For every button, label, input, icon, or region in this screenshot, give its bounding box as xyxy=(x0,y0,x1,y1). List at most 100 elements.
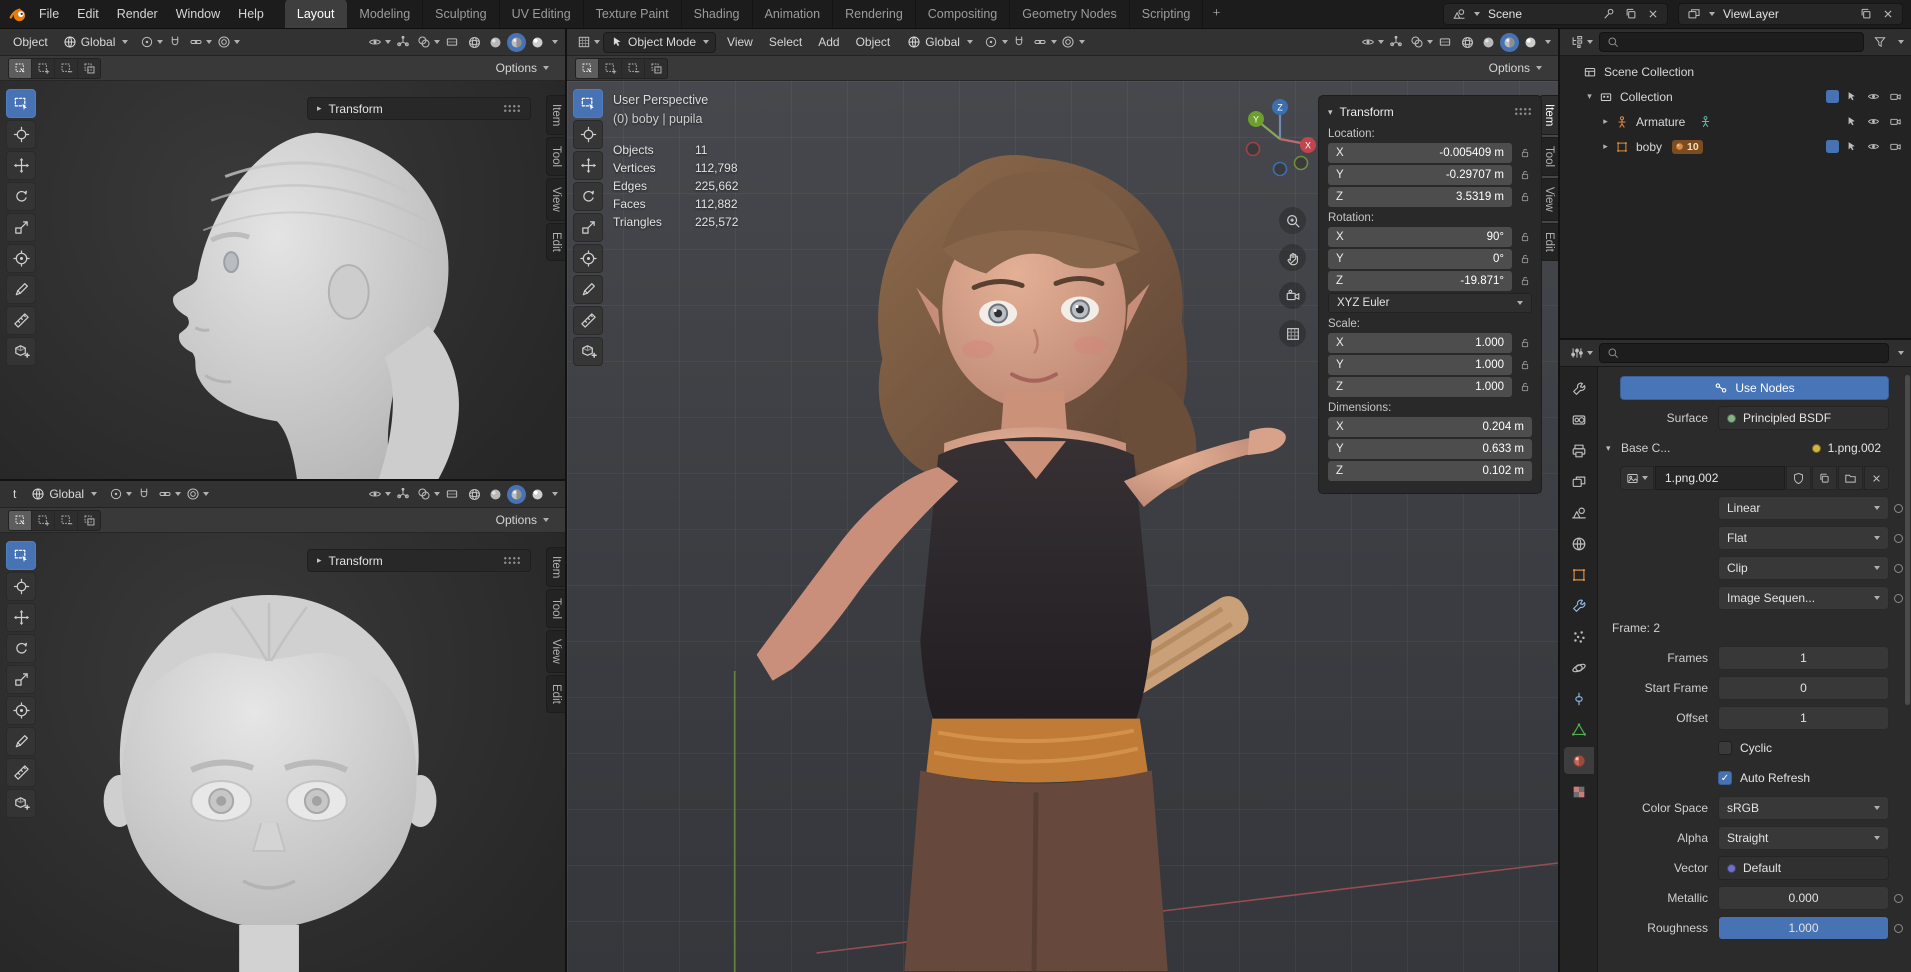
tool-scale[interactable] xyxy=(6,213,36,242)
scale-y-field[interactable]: Y1.000 xyxy=(1328,355,1512,375)
workspace-tab-shading[interactable]: Shading xyxy=(682,0,753,28)
editor-type-button[interactable] xyxy=(1567,344,1593,363)
shading-dropdown[interactable] xyxy=(552,492,558,496)
sidebar-tab-edit[interactable]: Edit xyxy=(546,675,565,713)
tool-annotate[interactable] xyxy=(6,275,36,304)
menu-window[interactable]: Window xyxy=(167,0,229,28)
decorator-dot[interactable] xyxy=(1894,594,1903,603)
overlays-dropdown[interactable] xyxy=(1407,33,1433,52)
sidebar-tab-item[interactable]: Item xyxy=(546,95,565,135)
source-dropdown[interactable]: Image Sequen... xyxy=(1718,586,1889,610)
viewport-3d-view[interactable]: ▸ Transform ItemToolViewEdit xyxy=(0,81,565,479)
base-color-value-button[interactable]: 1.png.002 xyxy=(1670,436,1889,460)
new-scene-button[interactable] xyxy=(1621,5,1640,24)
start-frame-field[interactable]: 0 xyxy=(1718,676,1889,700)
lock-icon[interactable] xyxy=(1517,169,1532,181)
workspace-tab-modeling[interactable]: Modeling xyxy=(347,0,423,28)
tool-move[interactable] xyxy=(573,151,603,180)
props-tab-world[interactable] xyxy=(1564,530,1594,557)
tool-annotate[interactable] xyxy=(6,727,36,756)
props-tab-render[interactable] xyxy=(1564,406,1594,433)
selectable-toggle[interactable] xyxy=(1842,112,1861,131)
decorator-dot[interactable] xyxy=(1894,564,1903,573)
tool-add-cube[interactable] xyxy=(6,789,36,818)
xray-toggle[interactable] xyxy=(442,485,461,504)
projection-dropdown[interactable]: Flat xyxy=(1718,526,1889,550)
viewport-3d-view[interactable]: ▸ Transform ItemToolViewEdit xyxy=(0,533,565,972)
shading-dropdown[interactable] xyxy=(552,40,558,44)
props-tab-material[interactable] xyxy=(1564,747,1594,774)
cyclic-checkbox[interactable] xyxy=(1718,741,1732,755)
toggle-ortho-button[interactable] xyxy=(1279,320,1306,347)
xray-toggle[interactable] xyxy=(442,33,461,52)
outliner-row-armature[interactable]: ▸ Armature xyxy=(1560,109,1911,134)
outliner-row-scene-collection[interactable]: Scene Collection xyxy=(1560,59,1911,84)
disable-in-renders-toggle[interactable] xyxy=(1886,87,1905,106)
hide-in-viewport-toggle[interactable] xyxy=(1864,112,1883,131)
select-mode-intersect[interactable] xyxy=(645,59,667,78)
proportional-editing-dropdown[interactable] xyxy=(1059,33,1085,52)
tool-rotate[interactable] xyxy=(6,634,36,663)
overlays-dropdown[interactable] xyxy=(414,485,440,504)
image-browse-dropdown[interactable] xyxy=(1620,466,1654,490)
expand-arrow-icon[interactable]: ▸ xyxy=(1598,141,1613,152)
snap-settings-dropdown[interactable] xyxy=(1031,33,1057,52)
props-tab-scene[interactable] xyxy=(1564,499,1594,526)
vector-button[interactable]: Default xyxy=(1718,856,1889,880)
menu-file[interactable]: File xyxy=(30,0,68,28)
xray-toggle[interactable] xyxy=(1435,33,1454,52)
snap-magnet-toggle[interactable] xyxy=(1010,33,1029,52)
shading-rendered-button[interactable] xyxy=(1521,33,1540,52)
props-tab-modifiers[interactable] xyxy=(1564,592,1594,619)
tool-select-box[interactable] xyxy=(6,541,36,570)
panel-grip[interactable] xyxy=(503,556,521,566)
tool-cursor[interactable] xyxy=(573,120,603,149)
transform-pivot-dropdown[interactable] xyxy=(106,485,132,504)
select-mode-set[interactable] xyxy=(576,59,598,78)
visibility-dropdown[interactable] xyxy=(365,33,391,52)
lock-icon[interactable] xyxy=(1517,337,1532,349)
exclude-checkbox[interactable] xyxy=(1826,90,1839,103)
shading-dropdown[interactable] xyxy=(1545,40,1551,44)
exclude-checkbox[interactable] xyxy=(1826,140,1839,153)
menu-object[interactable]: Object xyxy=(848,29,899,55)
decorator-dot[interactable] xyxy=(1894,534,1903,543)
dimensions-z-field[interactable]: Z0.102 m xyxy=(1328,461,1532,481)
select-mode-subtract[interactable] xyxy=(55,59,77,78)
overlays-dropdown[interactable] xyxy=(414,33,440,52)
tool-transform[interactable] xyxy=(6,696,36,725)
object-menu-truncated[interactable]: t xyxy=(7,487,22,501)
proportional-editing-dropdown[interactable] xyxy=(183,485,209,504)
workspace-tab-layout[interactable]: Layout xyxy=(285,0,348,28)
show-gizmo-toggle[interactable] xyxy=(393,33,412,52)
select-mode-intersect[interactable] xyxy=(78,59,100,78)
tool-select-box[interactable] xyxy=(573,89,603,118)
open-image-button[interactable] xyxy=(1838,466,1863,490)
location-x-field[interactable]: X-0.005409 m xyxy=(1328,143,1512,163)
lock-icon[interactable] xyxy=(1517,191,1532,203)
select-mode-set[interactable] xyxy=(9,511,31,530)
navigation-gizmo[interactable]: Z Y X xyxy=(1238,93,1322,177)
interpolation-dropdown[interactable]: Linear xyxy=(1718,496,1889,520)
workspace-tab-sculpting[interactable]: Sculpting xyxy=(423,0,499,28)
select-mode-extend[interactable] xyxy=(599,59,621,78)
camera-view-button[interactable] xyxy=(1279,282,1306,309)
rotation-x-field[interactable]: X90° xyxy=(1328,227,1512,247)
tool-add-cube[interactable] xyxy=(573,337,603,366)
offset-field[interactable]: 1 xyxy=(1718,706,1889,730)
proportional-editing-dropdown[interactable] xyxy=(214,33,240,52)
props-tab-constraints[interactable] xyxy=(1564,685,1594,712)
transform-panel-collapsed[interactable]: ▸ Transform xyxy=(307,549,531,572)
tool-transform[interactable] xyxy=(573,244,603,273)
selectable-toggle[interactable] xyxy=(1842,137,1861,156)
lock-icon[interactable] xyxy=(1517,381,1532,393)
rotation-z-field[interactable]: Z-19.871° xyxy=(1328,271,1512,291)
menu-render[interactable]: Render xyxy=(108,0,167,28)
props-tab-particles[interactable] xyxy=(1564,623,1594,650)
add-workspace-button[interactable]: + xyxy=(1203,0,1229,29)
shading-rendered-button[interactable] xyxy=(528,485,547,504)
workspace-tab-uv-editing[interactable]: UV Editing xyxy=(500,0,584,28)
tool-rotate[interactable] xyxy=(6,182,36,211)
collapse-panel-icon[interactable]: ▾ xyxy=(1328,107,1333,118)
location-y-field[interactable]: Y-0.29707 m xyxy=(1328,165,1512,185)
